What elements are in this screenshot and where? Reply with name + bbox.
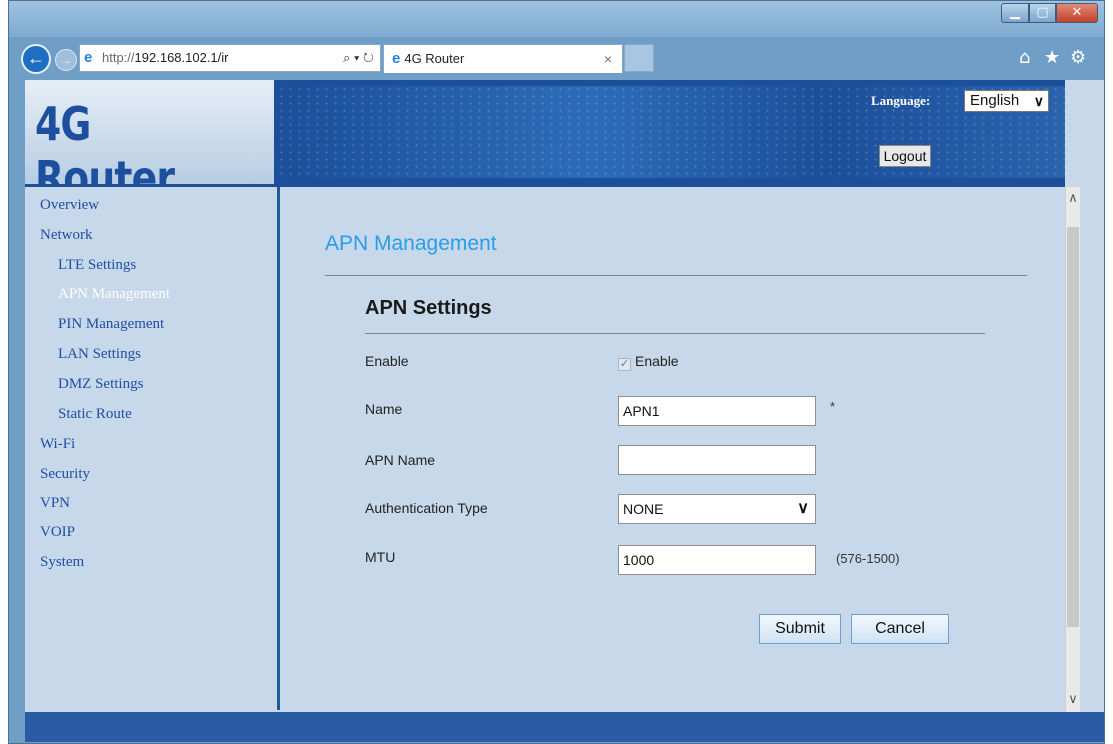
check-icon: ✓ — [618, 358, 631, 371]
mtu-input[interactable]: 1000 — [618, 545, 816, 575]
header-banner — [277, 86, 1065, 178]
router-header: 4G Router Language: English ∨ Logout — [25, 80, 1065, 205]
language-value: English — [970, 92, 1020, 109]
banner-pattern — [277, 86, 1065, 178]
forward-button[interactable]: → — [55, 49, 77, 71]
sidebar-item-vpn[interactable]: VPN — [40, 495, 70, 512]
submit-button[interactable]: Submit — [759, 614, 841, 644]
logo-box: 4G Router — [25, 80, 274, 205]
address-bar[interactable]: e http://192.168.102.1/ir ⌕ ▾ ↻ — [79, 44, 381, 72]
sidebar-item-lan-settings[interactable]: LAN Settings — [58, 346, 141, 363]
address-tools[interactable]: ⌕ ▾ ↻ — [343, 45, 374, 71]
sidebar-item-pin-management[interactable]: PIN Management — [58, 316, 164, 333]
address-url: http://192.168.102.1/ir — [102, 50, 229, 65]
sidebar-item-static-route[interactable]: Static Route — [58, 406, 132, 423]
auth-type-value: NONE — [623, 501, 664, 517]
settings-icon[interactable]: ⚙ — [1070, 47, 1086, 68]
browser-tab-4g-router[interactable]: e 4G Router × — [383, 44, 623, 73]
enable-checkbox[interactable]: ✓ Enable — [618, 353, 679, 371]
sidebar-item-lte-settings[interactable]: LTE Settings — [58, 257, 136, 274]
sidebar-item-overview[interactable]: Overview — [40, 197, 99, 214]
chevron-down-icon: ∨ — [1033, 93, 1044, 109]
scroll-down-icon[interactable]: ∨ — [1066, 690, 1080, 710]
minimize-button[interactable]: ▁ — [1001, 3, 1029, 23]
home-icon[interactable]: ⌂ — [1019, 47, 1030, 68]
name-input[interactable]: APN1 — [618, 396, 816, 426]
page-title: APN Management — [325, 232, 497, 255]
apn-name-label: APN Name — [365, 452, 436, 468]
tab-title: 4G Router — [404, 51, 465, 66]
sidebar-item-wifi[interactable]: Wi-Fi — [40, 436, 75, 453]
title-divider — [325, 275, 1027, 276]
sidebar-item-dmz-settings[interactable]: DMZ Settings — [58, 376, 143, 393]
auth-type-select[interactable]: NONE ∨ — [618, 494, 816, 524]
new-tab-button[interactable] — [624, 44, 654, 72]
sidebar-item-voip[interactable]: VOIP — [40, 524, 75, 541]
back-button[interactable]: ← — [21, 44, 51, 74]
language-select[interactable]: English ∨ — [964, 90, 1049, 112]
sidebar: Overview Network LTE Settings APN Manage… — [25, 187, 277, 712]
required-mark: * — [830, 399, 836, 414]
mtu-range-hint: (576-1500) — [836, 551, 900, 566]
section-divider — [365, 333, 985, 334]
page-footer — [25, 712, 1104, 742]
mtu-label: MTU — [365, 549, 396, 565]
language-label: Language: — [871, 93, 931, 108]
maximize-button[interactable]: ▢ — [1029, 3, 1056, 23]
chevron-down-icon: ∨ — [797, 500, 809, 517]
vertical-scrollbar[interactable]: ∧ ∨ — [1065, 187, 1080, 712]
enable-checkbox-label: Enable — [635, 353, 679, 369]
sidebar-item-security[interactable]: Security — [40, 466, 90, 483]
ie-icon: e — [84, 49, 93, 66]
name-label: Name — [365, 401, 403, 417]
sidebar-item-network[interactable]: Network — [40, 227, 93, 244]
close-tab-icon[interactable]: × — [604, 45, 612, 73]
main-content: APN Management APN Settings Enable ✓ Enab… — [280, 187, 1065, 712]
logout-button[interactable]: Logout — [879, 145, 931, 167]
ie-icon: e — [392, 50, 401, 67]
favorites-icon[interactable]: ★ — [1044, 47, 1060, 68]
title-bar: ▁ ▢ ✕ — [9, 1, 1104, 37]
cancel-button[interactable]: Cancel — [851, 614, 949, 644]
sidebar-item-system[interactable]: System — [40, 554, 84, 571]
enable-label: Enable — [365, 353, 409, 369]
section-title: APN Settings — [365, 297, 492, 319]
browser-nav-bar: ← → e http://192.168.102.1/ir ⌕ ▾ ↻ e 4G R… — [9, 37, 1104, 81]
page-viewport: 4G Router Language: English ∨ Logout Ove… — [25, 80, 1104, 742]
auth-type-label: Authentication Type — [365, 500, 488, 516]
sidebar-item-apn-management[interactable]: APN Management — [58, 286, 170, 303]
scroll-thumb[interactable] — [1067, 227, 1079, 627]
close-window-button[interactable]: ✕ — [1056, 3, 1098, 23]
scroll-up-icon[interactable]: ∧ — [1066, 189, 1080, 209]
apn-name-input[interactable] — [618, 445, 816, 475]
